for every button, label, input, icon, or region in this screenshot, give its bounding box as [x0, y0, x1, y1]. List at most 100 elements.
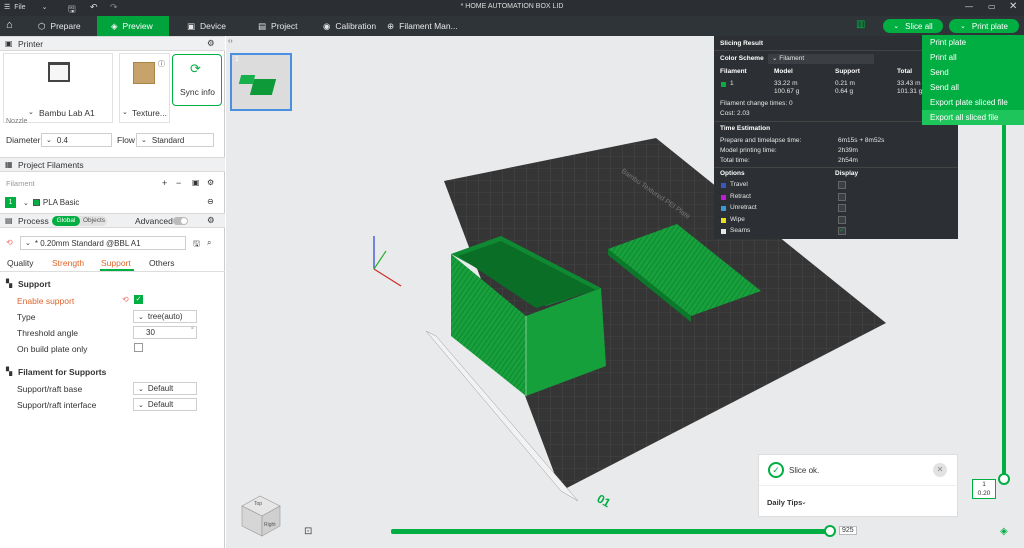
- subtab-others[interactable]: Others: [149, 258, 175, 268]
- menu-print-plate[interactable]: Print plate: [922, 35, 1024, 50]
- on-build-plate-label: On build plate only: [17, 344, 88, 354]
- color-scheme-select[interactable]: ⌄ Filament: [768, 54, 874, 64]
- layer-slider-thumb[interactable]: [998, 473, 1010, 485]
- subtab-support[interactable]: Support: [101, 258, 131, 268]
- enable-support-checkbox[interactable]: ✓: [134, 295, 143, 304]
- subtab-strength[interactable]: Strength: [52, 258, 84, 268]
- search-icon[interactable]: ⌕: [207, 238, 211, 248]
- slice-ok-notification: ✓ Slice ok. ✕ Daily Tips ⌄: [758, 454, 959, 517]
- daily-tips-label[interactable]: Daily Tips: [767, 498, 802, 507]
- home-icon[interactable]: ⌂: [6, 19, 13, 31]
- menu-send[interactable]: Send: [922, 65, 1024, 80]
- gear-icon[interactable]: ⚙: [207, 38, 215, 49]
- main-tab-bar: ⌂ ⬡ Prepare ◈ Preview ▣ Device ▤ Project ◉ Ca…: [0, 16, 1024, 36]
- reset-icon[interactable]: ⟲: [122, 295, 129, 304]
- option-display-checkbox[interactable]: [838, 192, 846, 201]
- cube-right-label: Right: [264, 522, 276, 528]
- cube-top-label: Top: [254, 501, 263, 507]
- raft-base-label: Support/raft base: [17, 384, 83, 394]
- gear-icon[interactable]: ⚙: [207, 215, 215, 226]
- sync-info-button[interactable]: ⟳ Sync info: [172, 54, 222, 106]
- close-icon[interactable]: ✕: [933, 463, 947, 477]
- option-color-swatch: [721, 217, 726, 223]
- tab-device[interactable]: ▣ Device: [187, 16, 247, 36]
- plate-type-card[interactable]: ⓘ ⌄ Texture...: [119, 53, 170, 123]
- save-icon[interactable]: 🖫: [193, 238, 200, 252]
- chevron-down-icon: ⌄: [772, 55, 778, 62]
- chevron-down-icon[interactable]: ⌄: [801, 498, 807, 506]
- on-build-plate-checkbox[interactable]: [134, 343, 143, 352]
- print-plate-button[interactable]: ⌄ Print plate: [949, 19, 1019, 33]
- info-icon[interactable]: ⓘ: [158, 59, 165, 69]
- process-profile-select[interactable]: ⌄ * 0.20mm Standard @BBL A1: [20, 236, 186, 250]
- remove-circle-icon[interactable]: ⊖: [207, 197, 214, 206]
- option-display-checkbox[interactable]: [838, 215, 846, 224]
- support-type-select[interactable]: ⌄ tree(auto): [133, 310, 197, 323]
- menu-export-all-sliced[interactable]: Export all sliced file: [922, 110, 1024, 125]
- col-support: Support: [835, 68, 860, 75]
- tab-project[interactable]: ▤ Project: [258, 16, 320, 36]
- enable-support-label: Enable support: [17, 296, 75, 306]
- cube-icon: ⬡: [38, 20, 46, 31]
- printer-model-card[interactable]: ⌄ Bambu Lab A1: [3, 53, 113, 123]
- gear-icon[interactable]: ⚙: [207, 178, 214, 187]
- chevron-down-icon: ⌄: [28, 109, 34, 116]
- option-display-checkbox[interactable]: [838, 204, 846, 212]
- option-display-checkbox[interactable]: ✓: [838, 227, 846, 235]
- thumbnail-lid: [238, 75, 256, 84]
- collapse-panel-icon[interactable]: ‹›: [228, 38, 233, 45]
- chevron-down-icon: ⌄: [23, 199, 29, 207]
- flow-select[interactable]: ⌄ Standard: [136, 133, 214, 147]
- cost-value: Cost: 2.03: [720, 110, 750, 117]
- advanced-label: Advanced: [135, 215, 173, 226]
- remove-icon[interactable]: −: [176, 178, 181, 188]
- plate-thumbnail[interactable]: 1: [230, 53, 292, 111]
- threshold-angle-input[interactable]: 30 °: [133, 326, 197, 339]
- move-slider-track[interactable]: [391, 529, 831, 534]
- menu-print-all[interactable]: Print all: [922, 50, 1024, 65]
- fit-view-icon[interactable]: ⊡: [304, 526, 312, 537]
- nozzle-label: Nozzle: [6, 118, 28, 125]
- option-label: Retract: [730, 192, 751, 200]
- calibration-icon: ◉: [323, 20, 331, 31]
- global-objects-toggle[interactable]: Global Objects: [52, 216, 107, 226]
- subtab-quality[interactable]: Quality: [7, 258, 33, 268]
- raft-base-select[interactable]: ⌄ Default: [133, 382, 197, 395]
- move-slider-thumb[interactable]: [824, 525, 836, 537]
- col-model: Model: [774, 68, 793, 75]
- project-filaments-header: ▦ Project Filaments: [0, 157, 225, 172]
- slicing-result-title: Slicing Result: [720, 40, 763, 47]
- maximize-icon[interactable]: ▭: [988, 2, 996, 11]
- support-section-title: Support: [18, 279, 51, 289]
- raft-interface-select[interactable]: ⌄ Default: [133, 398, 197, 411]
- check-circle-icon: ✓: [768, 462, 784, 478]
- menu-export-plate-sliced[interactable]: Export plate sliced file: [922, 95, 1024, 110]
- option-label: Travel: [730, 181, 748, 188]
- menu-send-all[interactable]: Send all: [922, 80, 1024, 95]
- tab-prepare[interactable]: ⬡ Prepare: [36, 16, 94, 36]
- slice-all-button[interactable]: ⌄ Slice all: [883, 19, 943, 33]
- advanced-toggle[interactable]: [173, 217, 188, 225]
- layers-icon[interactable]: ◈: [1000, 526, 1008, 537]
- reset-icon[interactable]: ⟲: [6, 238, 13, 247]
- layer-slider-track[interactable]: [1002, 124, 1006, 476]
- filament-column-label: Filament: [6, 179, 35, 188]
- option-label: Unretract: [730, 204, 757, 211]
- threshold-angle-label: Threshold angle: [17, 328, 78, 338]
- tab-calibration[interactable]: ◉ Calibration: [323, 16, 383, 36]
- left-sidebar: ▣ Printer ⚙ ⌄ Bambu Lab A1 ⓘ ⌄ Texture..…: [0, 36, 225, 548]
- tab-preview[interactable]: ◈ Preview: [97, 16, 169, 36]
- add-icon[interactable]: +: [162, 178, 167, 188]
- option-display-checkbox[interactable]: [838, 181, 846, 189]
- navigation-cube[interactable]: Top Right: [234, 488, 286, 540]
- layers-icon: ◈: [111, 20, 118, 31]
- move-slider-value: 925: [839, 526, 857, 535]
- filament-select[interactable]: ⌄ PLA Basic: [19, 196, 202, 209]
- minimize-icon[interactable]: —: [965, 2, 973, 11]
- sync-filament-icon[interactable]: ▣: [192, 178, 200, 187]
- diameter-select[interactable]: ⌄ 0.4: [41, 133, 112, 147]
- panel-toggle-icon[interactable]: ▥: [856, 19, 865, 30]
- close-icon[interactable]: ✕: [1009, 1, 1017, 12]
- tab-filament-manager[interactable]: ⊕ Filament Man...: [387, 16, 467, 36]
- thumbnail-model: [249, 79, 277, 95]
